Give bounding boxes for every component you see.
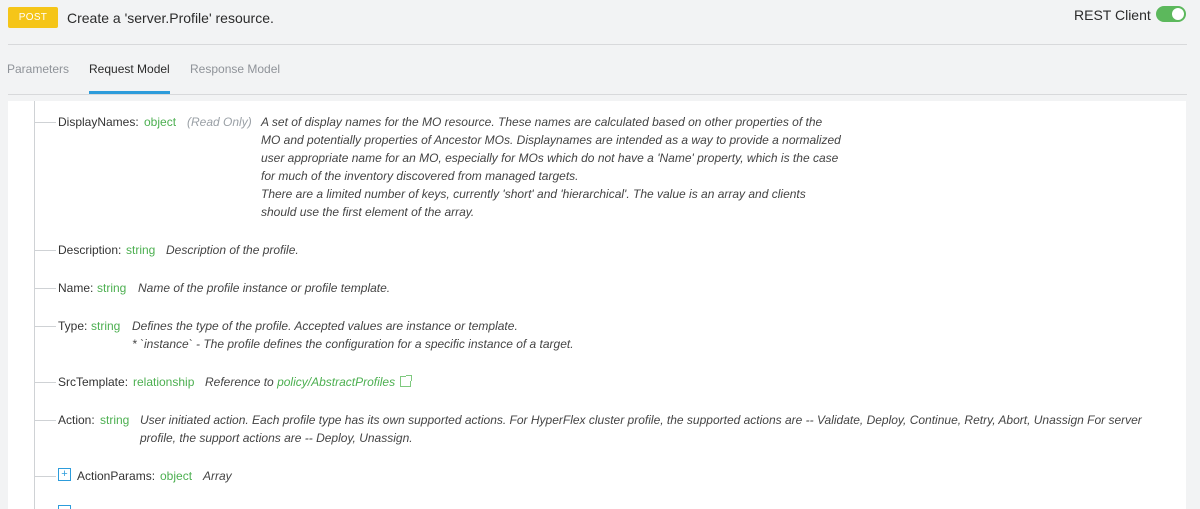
property-name: Action: bbox=[58, 413, 95, 427]
property-description: Defines the type of the profile. Accepte… bbox=[132, 317, 574, 353]
property-name: Type: bbox=[58, 319, 88, 333]
property-name: DisplayNames: bbox=[58, 115, 139, 129]
expand-icon[interactable]: + bbox=[58, 468, 71, 481]
description-line: for much of the inventory discovered fro… bbox=[261, 169, 579, 183]
property-name: Description: bbox=[58, 243, 122, 257]
description-line: Name of the profile instance or profile … bbox=[138, 281, 391, 295]
tab-parameters[interactable]: Parameters bbox=[7, 62, 69, 76]
divider bbox=[8, 94, 1187, 95]
external-link-icon[interactable] bbox=[400, 375, 413, 387]
tree-connector bbox=[34, 420, 56, 421]
property-name: ActionParams: bbox=[77, 469, 156, 483]
model-tree: DisplayNames: object (Read Only) A set o… bbox=[8, 101, 1186, 509]
description-line: Description of the profile. bbox=[166, 243, 299, 257]
property-type: object bbox=[144, 115, 177, 129]
tab-response-model[interactable]: Response Model bbox=[190, 62, 280, 76]
property-type: string bbox=[97, 281, 127, 295]
tree-connector bbox=[34, 288, 56, 289]
tree-connector bbox=[34, 326, 56, 327]
header: POST Create a 'server.Profile' resource.… bbox=[0, 0, 1200, 44]
property-description: A set of display names for the MO resour… bbox=[261, 113, 841, 221]
tree-line bbox=[34, 101, 35, 509]
property-description: Description of the profile. bbox=[166, 241, 299, 259]
description-line: MO and potentially properties of Ancesto… bbox=[261, 133, 841, 147]
description-line: A set of display names for the MO resour… bbox=[261, 115, 823, 129]
property-description: Reference to policy/AbstractProfiles bbox=[205, 373, 413, 391]
page-title: Create a 'server.Profile' resource. bbox=[67, 10, 274, 26]
method-badge: POST bbox=[8, 7, 58, 28]
property-type: string bbox=[91, 319, 121, 333]
read-only-label: (Read Only) bbox=[187, 115, 252, 129]
description-line: User initiated action. Each profile type… bbox=[140, 413, 1142, 427]
description-line: should use the first element of the arra… bbox=[261, 205, 475, 219]
tree-connector bbox=[34, 382, 56, 383]
tree-connector bbox=[34, 250, 56, 251]
abstract-profiles-link[interactable]: policy/AbstractProfiles bbox=[277, 375, 395, 389]
rest-client-toggle[interactable] bbox=[1156, 6, 1186, 22]
description-prefix: Reference to bbox=[205, 375, 274, 389]
property-description: Array bbox=[203, 467, 232, 485]
rest-client-label: REST Client bbox=[1074, 7, 1151, 23]
toggle-knob bbox=[1172, 8, 1184, 20]
property-name: Name: bbox=[58, 281, 94, 295]
property-description: Name of the profile instance or profile … bbox=[138, 279, 390, 297]
description-line: Array bbox=[203, 469, 232, 483]
description-line: * `instance` - The profile defines the c… bbox=[132, 337, 574, 351]
property-type: object bbox=[160, 469, 193, 483]
description-line: Defines the type of the profile. Accepte… bbox=[132, 319, 518, 333]
property-description: User initiated action. Each profile type… bbox=[140, 411, 1142, 447]
tab-request-model[interactable]: Request Model bbox=[89, 62, 170, 76]
property-type: relationship bbox=[133, 375, 195, 389]
property-type: string bbox=[126, 243, 156, 257]
description-line: profile, the support actions are -- Depl… bbox=[140, 431, 413, 445]
tab-bar: Parameters Request Model Response Model bbox=[0, 45, 1200, 93]
tree-connector bbox=[34, 476, 56, 477]
expand-icon[interactable] bbox=[58, 505, 71, 509]
tree-connector bbox=[34, 122, 56, 123]
description-line: There are a limited number of keys, curr… bbox=[261, 187, 806, 201]
description-line: user appropriate name for an MO, especia… bbox=[261, 151, 839, 165]
property-name: SrcTemplate: bbox=[58, 375, 129, 389]
property-type: string bbox=[100, 413, 130, 427]
